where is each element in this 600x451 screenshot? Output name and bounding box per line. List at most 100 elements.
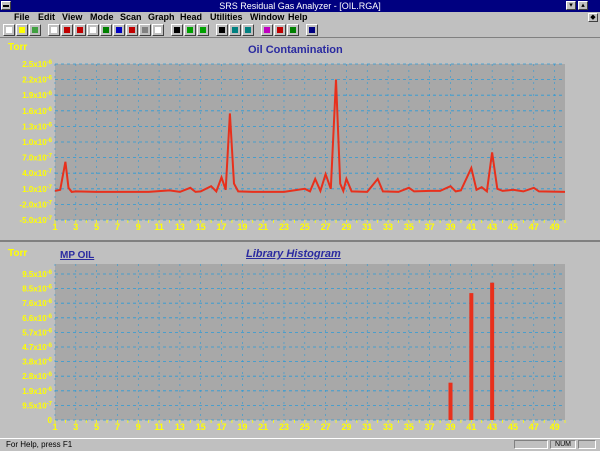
- x-tick-label: 15: [196, 222, 206, 232]
- y-tick-label: 9.5x10-7: [22, 401, 52, 410]
- menu-file[interactable]: File: [14, 12, 30, 23]
- menu-utilities[interactable]: Utilities: [210, 12, 243, 23]
- x-tick-label: 39: [446, 422, 456, 432]
- right-arrow-icon-glyph: [245, 27, 251, 33]
- x-tick-label: 39: [446, 222, 456, 232]
- autoscale-icon-glyph: [174, 27, 180, 33]
- y-tick-label: 1.9x10-6: [22, 91, 52, 100]
- leak-test-icon[interactable]: [100, 24, 112, 36]
- x-tick-label: 45: [508, 222, 518, 232]
- x-tick-label: 21: [258, 222, 268, 232]
- x-tick-label: 5: [94, 222, 99, 232]
- y-tick-label: 7.0x10-7: [22, 154, 52, 163]
- new-file-icon[interactable]: [3, 24, 15, 36]
- library-icon-glyph: [264, 27, 270, 33]
- pressure-icon[interactable]: [113, 24, 125, 36]
- menu-head[interactable]: Head: [180, 12, 202, 23]
- x-tick-label: 19: [237, 422, 247, 432]
- record-icon-glyph: [290, 27, 296, 33]
- x-tick-label: 15: [196, 422, 206, 432]
- trend-icon-glyph: [129, 27, 135, 33]
- menu-scan[interactable]: Scan: [120, 12, 142, 23]
- library-icon[interactable]: [261, 24, 273, 36]
- x-tick-label: 13: [175, 422, 185, 432]
- x-tick-label: 7: [115, 222, 120, 232]
- analog-scan-icon[interactable]: [61, 24, 73, 36]
- emission-icon[interactable]: [197, 24, 209, 36]
- y-tick-label: 4.0x10-7: [22, 169, 52, 178]
- trend-icon[interactable]: [126, 24, 138, 36]
- status-help-text: For Help, press F1: [6, 440, 73, 449]
- y-tick-label: 1.0x10-6: [22, 138, 52, 147]
- x-tick-label: 41: [466, 422, 476, 432]
- save-icon[interactable]: [29, 24, 41, 36]
- x-tick-label: 17: [217, 222, 227, 232]
- x-tick-label: 47: [529, 422, 539, 432]
- menu-help[interactable]: Help: [288, 12, 308, 23]
- y-tick-label: 8.5x10-6: [22, 285, 52, 294]
- y-tick-label: -2.0x10-7: [20, 200, 53, 209]
- menu-window[interactable]: Window: [250, 12, 284, 23]
- menu-view[interactable]: View: [62, 12, 82, 23]
- top-graph-pane: Torr Oil Contamination 2.5x10-6 2.2x10-6 1…: [0, 38, 600, 238]
- x-tick-label: 49: [550, 222, 560, 232]
- x-tick-label: 7: [115, 422, 120, 432]
- maximize-icon[interactable]: ▴: [578, 1, 588, 10]
- y-tick-label: -5.0x10-7: [20, 216, 53, 225]
- minimize-icon[interactable]: ▾: [566, 1, 576, 10]
- print-icon[interactable]: [48, 24, 60, 36]
- x-tick-label: 47: [529, 222, 539, 232]
- left-arrow-icon[interactable]: [229, 24, 241, 36]
- x-tick-label: 27: [321, 222, 331, 232]
- grid-icon[interactable]: [139, 24, 151, 36]
- autoscale-icon[interactable]: [171, 24, 183, 36]
- histogram-bar: [490, 282, 495, 420]
- filament-icon[interactable]: [184, 24, 196, 36]
- system-menu-icon[interactable]: [1, 1, 11, 10]
- compare-icon[interactable]: [274, 24, 286, 36]
- open-file-icon-glyph: [19, 27, 25, 33]
- right-arrow-icon[interactable]: [242, 24, 254, 36]
- table-icon-glyph: [90, 27, 96, 33]
- y-tick-label: 7.6x10-6: [22, 299, 52, 308]
- record-icon[interactable]: [287, 24, 299, 36]
- x-tick-label: 41: [466, 222, 476, 232]
- move-icon[interactable]: [216, 24, 228, 36]
- table-icon[interactable]: [87, 24, 99, 36]
- x-tick-label: 37: [425, 222, 435, 232]
- x-tick-label: 11: [154, 222, 164, 232]
- y-tick-label: 2.8x10-6: [22, 372, 52, 381]
- histogram-bar: [448, 382, 453, 420]
- status-bar: For Help, press F1 NUM: [0, 438, 600, 451]
- restore-doc-icon[interactable]: ◆: [588, 13, 598, 22]
- top-graph-plot[interactable]: 2.5x10-6 2.2x10-6 1.9x10-6 1.6x10-6 1.3x10-6…: [0, 38, 600, 238]
- x-tick-label: 45: [508, 422, 518, 432]
- x-tick-label: 1: [52, 422, 57, 432]
- x-tick-label: 23: [279, 422, 289, 432]
- menu-edit[interactable]: Edit: [38, 12, 55, 23]
- y-tick-label: 5.7x10-6: [22, 328, 52, 337]
- menu-graph[interactable]: Graph: [148, 12, 175, 23]
- menu-mode[interactable]: Mode: [90, 12, 114, 23]
- histogram-icon[interactable]: [74, 24, 86, 36]
- move-icon-glyph: [219, 27, 225, 33]
- x-tick-label: 9: [136, 422, 141, 432]
- x-tick-label: 21: [258, 422, 268, 432]
- left-arrow-icon-glyph: [232, 27, 238, 33]
- pressure-icon-glyph: [116, 27, 122, 33]
- bottom-graph-plot[interactable]: 9.5x10-6 8.5x10-6 7.6x10-6 6.6x10-6 5.7x10-6…: [0, 242, 600, 440]
- compare-icon-glyph: [277, 27, 283, 33]
- open-file-icon[interactable]: [16, 24, 28, 36]
- save-icon-glyph: [32, 27, 38, 33]
- x-tick-label: 9: [136, 222, 141, 232]
- x-tick-label: 1: [52, 222, 57, 232]
- x-tick-label: 35: [404, 422, 414, 432]
- help-icon[interactable]: [306, 24, 318, 36]
- y-tick-label: 6.6x10-6: [22, 314, 52, 323]
- x-tick-label: 29: [341, 222, 351, 232]
- y-tick-label: 9.5x10-6: [22, 270, 52, 279]
- x-tick-label: 31: [362, 222, 372, 232]
- help-icon-glyph: [309, 27, 315, 33]
- y-tick-label: 4.7x10-6: [22, 343, 52, 352]
- zoom-icon[interactable]: [152, 24, 164, 36]
